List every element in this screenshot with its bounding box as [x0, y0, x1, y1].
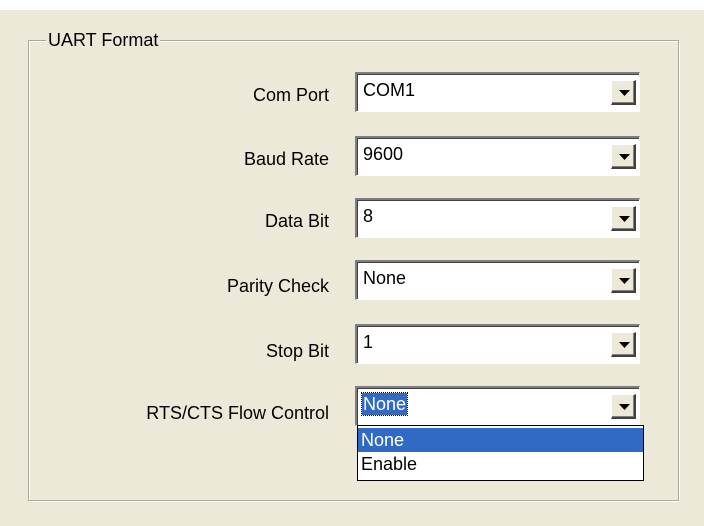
parity-check-label: Parity Check: [226, 276, 329, 296]
groupbox-title: UART Format: [46, 30, 161, 50]
parity-check-select[interactable]: None: [355, 260, 640, 300]
option-enable[interactable]: Enable: [358, 452, 643, 476]
baud-rate-value: 9600: [363, 144, 404, 164]
data-bit-select[interactable]: 8: [355, 198, 640, 238]
chevron-down-icon: [619, 404, 630, 410]
parity-check-value: None: [363, 268, 407, 288]
rts-cts-flow-control-select[interactable]: None: [355, 386, 640, 426]
parity-check-dropdown-button[interactable]: [611, 268, 636, 293]
option-none[interactable]: None: [358, 428, 643, 452]
rts-cts-flow-control-options: None Enable: [357, 425, 644, 481]
top-strip: [0, 0, 704, 10]
chevron-down-icon: [619, 216, 630, 222]
uart-settings-screen: UART Format Com Port COM1 Baud Rate 9600…: [0, 0, 704, 526]
chevron-down-icon: [619, 90, 630, 96]
baud-rate-label: Baud Rate: [243, 149, 329, 169]
data-bit-value: 8: [363, 206, 374, 226]
chevron-down-icon: [619, 342, 630, 348]
stop-bit-dropdown-button[interactable]: [611, 332, 636, 357]
com-port-select[interactable]: COM1: [355, 72, 640, 112]
com-port-label: Com Port: [252, 85, 329, 105]
com-port-dropdown-button[interactable]: [611, 80, 636, 105]
stop-bit-value: 1: [363, 332, 374, 352]
baud-rate-select[interactable]: 9600: [355, 136, 640, 176]
com-port-value: COM1: [363, 80, 416, 100]
chevron-down-icon: [619, 278, 630, 284]
data-bit-dropdown-button[interactable]: [611, 206, 636, 231]
rts-cts-flow-control-value: None: [360, 392, 409, 416]
stop-bit-select[interactable]: 1: [355, 324, 640, 364]
data-bit-label: Data Bit: [264, 211, 329, 231]
rts-cts-flow-control-dropdown-button[interactable]: [611, 394, 636, 419]
stop-bit-label: Stop Bit: [265, 341, 329, 361]
rts-cts-flow-control-label: RTS/CTS Flow Control: [146, 403, 329, 423]
baud-rate-dropdown-button[interactable]: [611, 144, 636, 169]
chevron-down-icon: [619, 154, 630, 160]
